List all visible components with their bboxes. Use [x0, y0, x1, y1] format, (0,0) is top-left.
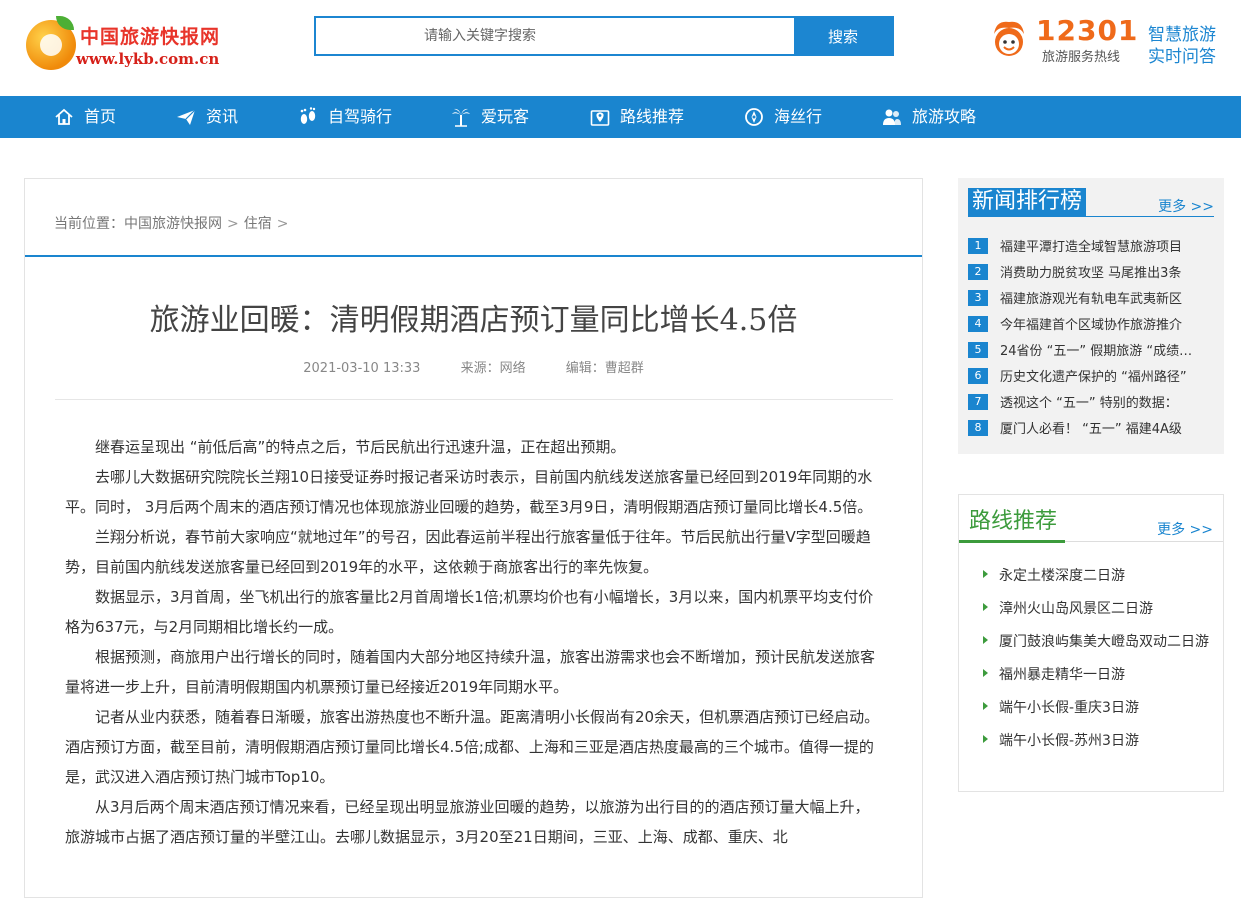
article-body: 继春运呈现出 “前低后高”的特点之后，节后民航出行迅速升温，正在超出预期。 去哪… [65, 432, 883, 852]
rank-number: 2 [968, 264, 988, 280]
home-icon [55, 108, 73, 125]
nav-label: 路线推荐 [620, 107, 685, 126]
route-recommend-panel: 路线推荐 更多 >> 永定土楼深度二日游 漳州火山岛风景区二日游 厦门鼓浪屿集美… [958, 494, 1224, 792]
ranking-divider [968, 216, 1214, 217]
map-pin-icon [590, 110, 610, 126]
triangle-right-icon [983, 735, 988, 743]
route-item[interactable]: 永定土楼深度二日游 [983, 565, 1213, 587]
rank-number: 3 [968, 290, 988, 306]
nav-label: 资讯 [206, 107, 239, 126]
triangle-right-icon [983, 570, 988, 578]
routes-more-link[interactable]: 更多 >> [1157, 519, 1213, 539]
route-item-title: 端午小长假-苏州3日游 [999, 733, 1139, 749]
breadcrumb: 当前位置：中国旅游快报网 > 住宿 > [54, 213, 293, 233]
hotline-number: 12301 [1036, 14, 1139, 47]
article-editor: 编辑：曹超群 [565, 361, 644, 376]
ranking-item[interactable]: 8 厦门人必看！ “五一” 福建4A级 [968, 418, 1214, 444]
nav-label: 爱玩客 [481, 107, 530, 126]
search-button[interactable]: 搜索 [794, 18, 892, 54]
hotline-label: 旅游服务热线 [1042, 50, 1121, 65]
mascot-face-icon [994, 21, 1024, 56]
article-paragraph: 数据显示，3月首周，坐飞机出行的旅客量比2月首周增长1倍;机票均价也有小幅增长，… [65, 588, 874, 636]
breadcrumb-separator: > [276, 216, 289, 232]
article-paragraph: 根据预测，商旅用户出行增长的同时，随着国内大部分地区持续升温，旅客出游需求也会不… [65, 648, 876, 696]
logo-url: www.lykb.com.cn [76, 50, 220, 68]
main-nav: 首页 资讯 自驾骑行 爱玩客 路线推荐 海丝行 旅游攻略 [0, 96, 1241, 138]
ranking-item[interactable]: 5 24省份 “五一” 假期旅游 “成绩单” [968, 340, 1214, 366]
footprints-icon [300, 107, 316, 124]
triangle-right-icon [983, 702, 988, 710]
article-paragraph: 从3月后两个周末酒店预订情况来看，已经呈现出明显旅游业回暖的趋势，以旅游为出行目… [65, 798, 870, 846]
compass-icon [745, 108, 763, 126]
ranking-item[interactable]: 1 福建平潭打造全域智慧旅游项目 [968, 236, 1214, 262]
route-item[interactable]: 端午小长假-重庆3日游 [983, 697, 1213, 719]
nav-label: 首页 [84, 107, 117, 126]
routes-divider-accent [959, 540, 1065, 543]
breadcrumb-link-lodging[interactable]: 住宿 [244, 216, 272, 232]
breadcrumb-prefix: 当前位置： [54, 216, 124, 232]
article-meta: 2021-03-10 13:33 来源：网络 编辑：曹超群 [25, 357, 922, 376]
ranking-item[interactable]: 6 历史文化遗产保护的 “福州路径” [968, 366, 1214, 392]
ranking-more-link[interactable]: 更多 >> [1158, 196, 1214, 216]
article-paragraph: 继春运呈现出 “前低后高”的特点之后，节后民航出行迅速升温，正在超出预期。 [95, 438, 626, 456]
logo-name: 中国旅游快报网 [80, 26, 221, 48]
ranking-item-title: 消费助力脱贫攻坚 马尾推出3条 [1000, 266, 1182, 281]
article-source: 来源：网络 [460, 361, 526, 376]
breadcrumb-link-home[interactable]: 中国旅游快报网 [124, 216, 222, 232]
news-ranking-panel: 新闻排行榜 更多 >> 1 福建平潭打造全域智慧旅游项目 2 消费助力脱贫攻坚 马尾… [958, 178, 1224, 454]
hotline: 12301 旅游服务热线 智慧旅游 实时问答 [988, 14, 1228, 72]
ranking-item-title: 历史文化遗产保护的 “福州路径” [1000, 370, 1187, 385]
route-item-title: 漳州火山岛风景区二日游 [999, 601, 1153, 617]
search-input[interactable] [316, 18, 796, 54]
ranking-item-title: 24省份 “五一” 假期旅游 “成绩单” [1000, 344, 1198, 359]
ranking-item-title: 厦门人必看！ “五一” 福建4A级 [1000, 422, 1182, 437]
users-icon [883, 109, 901, 125]
route-item[interactable]: 福州暴走精华一日游 [983, 664, 1213, 686]
article-paragraph: 记者从业内获悉，随着春日渐暖，旅客出游热度也不断升温。距离清明小长假尚有20余天… [65, 708, 880, 786]
rank-number: 8 [968, 420, 988, 436]
rank-number: 5 [968, 342, 988, 358]
ranking-item[interactable]: 3 福建旅游观光有轨电车武夷新区 [968, 288, 1214, 314]
article-paragraph: 兰翔分析说，春节前大家响应“就地过年”的号召，因此春运前半程出行旅客量低于往年。… [65, 528, 871, 576]
route-item[interactable]: 漳州火山岛风景区二日游 [983, 598, 1213, 620]
triangle-right-icon [983, 636, 988, 644]
rank-number: 6 [968, 368, 988, 384]
article-panel: 当前位置：中国旅游快报网 > 住宿 > 旅游业回暖：清明假期酒店预订量同比增长4.5倍… [24, 178, 923, 898]
nav-label: 旅游攻略 [912, 107, 977, 126]
meta-divider [55, 399, 893, 400]
slogan-line-2: 实时问答 [1148, 47, 1216, 67]
breadcrumb-separator: > [227, 216, 239, 232]
article-paragraph: 去哪儿大数据研究院院长兰翔10日接受证券时报记者采访时表示，目前国内航线发送旅客… [65, 468, 873, 516]
rank-number: 7 [968, 394, 988, 410]
article-date: 2021-03-10 13:33 [303, 361, 421, 376]
route-item-title: 厦门鼓浪屿集美大嶝岛双动二日游 [999, 634, 1209, 650]
paper-plane-icon [177, 109, 196, 125]
breadcrumb-divider [25, 255, 922, 257]
ranking-item[interactable]: 7 透视这个 “五一” 特别的数据： [968, 392, 1214, 418]
route-item-title: 端午小长假-重庆3日游 [999, 700, 1139, 716]
palm-tree-icon [452, 108, 470, 127]
article-title: 旅游业回暖：清明假期酒店预订量同比增长4.5倍 [149, 303, 798, 338]
routes-title: 路线推荐 [969, 509, 1058, 534]
nav-label: 海丝行 [774, 107, 823, 126]
route-item-title: 永定土楼深度二日游 [999, 568, 1125, 584]
triangle-right-icon [983, 603, 988, 611]
site-logo[interactable]: 中国旅游快报网 www.lykb.com.cn [26, 16, 236, 74]
route-item[interactable]: 厦门鼓浪屿集美大嶝岛双动二日游 [983, 631, 1213, 653]
rank-number: 4 [968, 316, 988, 332]
ranking-item-title: 透视这个 “五一” 特别的数据： [1000, 396, 1178, 411]
ranking-title: 新闻排行榜 [968, 188, 1087, 216]
ranking-item[interactable]: 2 消费助力脱贫攻坚 马尾推出3条 [968, 262, 1214, 288]
ranking-item-title: 福建旅游观光有轨电车武夷新区 [1000, 292, 1183, 307]
ranking-item-title: 今年福建首个区域协作旅游推介 [1000, 318, 1183, 333]
route-item-title: 福州暴走精华一日游 [999, 667, 1125, 683]
route-item[interactable]: 端午小长假-苏州3日游 [983, 730, 1213, 752]
ranking-item[interactable]: 4 今年福建首个区域协作旅游推介 [968, 314, 1214, 340]
rank-number: 1 [968, 238, 988, 254]
triangle-right-icon [983, 669, 988, 677]
search-box: 搜索 [314, 16, 894, 56]
ranking-item-title: 福建平潭打造全域智慧旅游项目 [1000, 240, 1183, 255]
nav-label: 自驾骑行 [328, 107, 393, 126]
